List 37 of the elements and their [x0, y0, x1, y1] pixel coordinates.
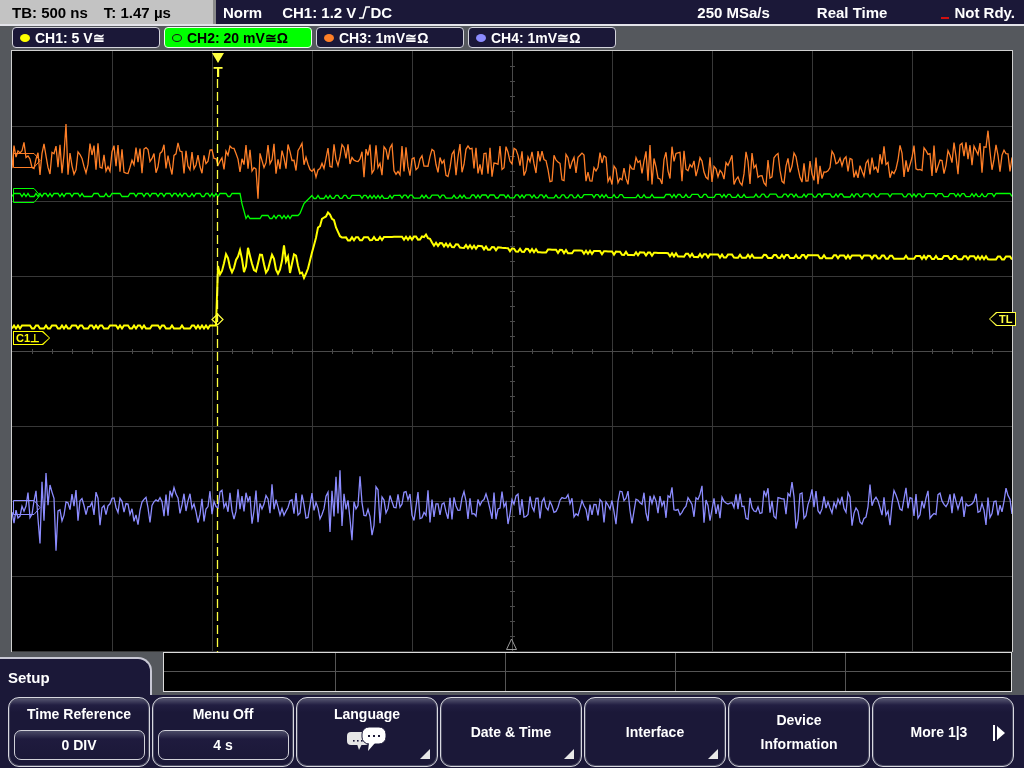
trigger-marker: T	[213, 64, 223, 79]
trigger-level-marker: TL	[989, 312, 1017, 326]
channel-marker-icon	[13, 188, 41, 203]
coupling-label: DC	[370, 3, 393, 21]
rising-edge-icon	[359, 5, 371, 19]
corner-triangle-icon	[564, 749, 574, 759]
softkey-button[interactable]: More 1|3	[872, 697, 1014, 767]
channel-marker-icon	[13, 500, 41, 515]
trigger-level-reading: CH1: 1.2 V	[282, 3, 357, 21]
value-field: 0 DIV	[13, 730, 145, 760]
softkey-button[interactable]: Time Reference 0 DIV	[8, 697, 150, 767]
timebase-reading: TB: 500 ns	[12, 3, 88, 21]
channel-tab[interactable]: CH4: 1mV≅Ω	[468, 27, 616, 48]
right-arrow-icon	[993, 725, 1005, 741]
channel-tab[interactable]: CH3: 1mV≅Ω	[316, 27, 464, 48]
corner-triangle-icon	[708, 749, 718, 759]
softkey-button[interactable]: Date & Time	[440, 697, 582, 767]
corner-triangle-icon	[420, 749, 430, 759]
speech-bubbles-icon	[347, 727, 387, 751]
trigger-time-reading: T: 1.47 µs	[103, 3, 171, 21]
softkey-button[interactable]: Language	[296, 697, 438, 767]
channel-tab[interactable]: CH2: 20 mV≅Ω	[164, 27, 312, 48]
trigger-mode-label: Norm	[223, 3, 263, 21]
triangle-marker-icon	[506, 638, 517, 650]
menu-title: Setup	[0, 657, 152, 695]
sample-rate-reading: 250 MSa/s	[697, 3, 770, 21]
diamond-marker-icon	[211, 313, 224, 326]
acquisition-mode-label: Real Time	[816, 3, 888, 21]
softkey-button[interactable]: Interface	[584, 697, 726, 767]
softkey-button[interactable]: Device Information	[728, 697, 870, 767]
channel-tab[interactable]: CH1: 5 V≅	[12, 27, 160, 48]
status-indicator-icon	[941, 17, 950, 19]
down-triangle-icon	[212, 53, 224, 63]
softkey-button[interactable]: Menu Off 4 s	[152, 697, 294, 767]
value-field: 4 s	[157, 730, 289, 760]
acquisition-state-label: Not Rdy.	[954, 3, 1015, 21]
channel-marker-icon	[13, 153, 41, 168]
